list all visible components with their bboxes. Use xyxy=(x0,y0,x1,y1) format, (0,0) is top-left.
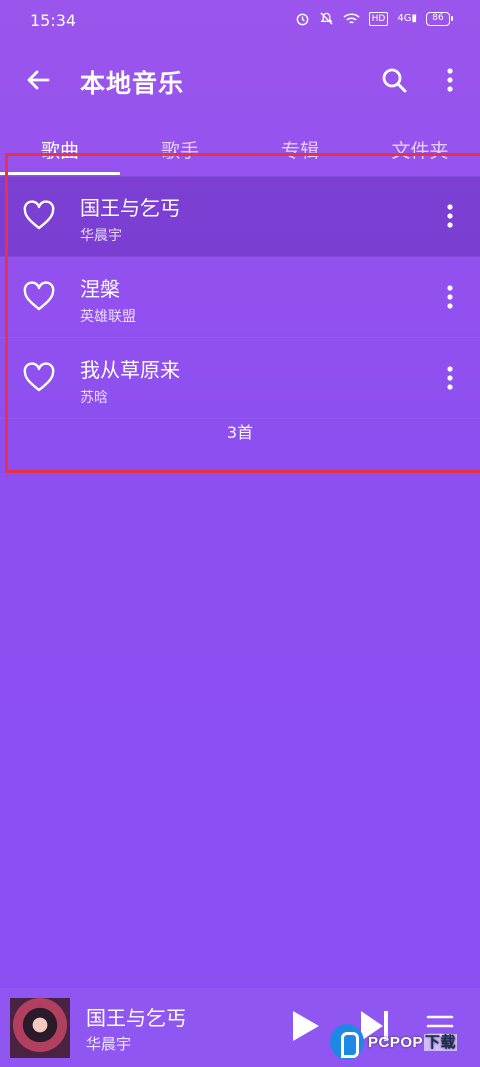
status-bar: 15:34 HD 4G▮ 86 xyxy=(0,0,480,42)
tab-artists[interactable]: 歌手 xyxy=(120,136,240,163)
mute-icon xyxy=(320,12,333,25)
more-options-icon[interactable] xyxy=(436,281,464,313)
watermark-text: PCPOP 下载 xyxy=(367,1031,458,1052)
pcpop-logo-icon xyxy=(330,1023,364,1060)
song-title: 涅槃 xyxy=(80,277,120,301)
song-count: 3首 xyxy=(226,423,254,442)
status-icons: HD 4G▮ 86 xyxy=(295,11,453,26)
battery-icon: 86 xyxy=(426,11,453,26)
signal-4g-icon: 4G▮ xyxy=(397,13,417,24)
song-row[interactable]: 国王与乞丐 华晨宇 xyxy=(0,176,480,257)
hd-icon: HD xyxy=(368,11,389,26)
network-label: 4G xyxy=(397,13,412,24)
song-artist: 苏晗 xyxy=(80,390,108,406)
alarm-icon xyxy=(296,13,309,26)
heart-icon[interactable] xyxy=(22,362,56,394)
battery-level: 86 xyxy=(432,12,444,23)
song-artist: 华晨宇 xyxy=(80,228,122,244)
overflow-menu-icon[interactable] xyxy=(436,64,464,96)
search-icon[interactable] xyxy=(378,64,410,96)
more-options-icon[interactable] xyxy=(436,200,464,232)
tab-folders[interactable]: 文件夹 xyxy=(360,136,480,163)
page-title: 本地音乐 xyxy=(80,69,185,98)
app-bar: 本地音乐 xyxy=(0,50,480,114)
song-list: 国王与乞丐 华晨宇 涅槃 英雄联盟 我从草原来 苏晗 xyxy=(0,176,480,419)
now-playing-artist: 华晨宇 xyxy=(86,1035,132,1053)
status-time: 15:34 xyxy=(30,11,77,30)
song-title: 我从草原来 xyxy=(80,358,180,382)
watermark-logo: PCPOP 下载 xyxy=(330,1016,480,1067)
wifi-icon xyxy=(343,12,360,23)
song-row[interactable]: 涅槃 英雄联盟 xyxy=(0,257,480,338)
more-options-icon[interactable] xyxy=(436,362,464,394)
tab-indicator xyxy=(0,172,120,175)
heart-icon[interactable] xyxy=(22,281,56,313)
album-cover[interactable] xyxy=(10,998,70,1058)
watermark-brand: PCPOP xyxy=(368,1034,424,1051)
tab-bar: 歌曲 歌手 专辑 文件夹 xyxy=(0,128,480,176)
watermark-suffix: 下载 xyxy=(424,1034,458,1051)
song-row[interactable]: 我从草原来 苏晗 xyxy=(0,338,480,419)
tab-songs[interactable]: 歌曲 xyxy=(0,136,120,163)
back-arrow-icon[interactable] xyxy=(22,64,54,96)
play-icon[interactable] xyxy=(288,1008,322,1044)
song-artist: 英雄联盟 xyxy=(80,309,136,325)
song-title: 国王与乞丐 xyxy=(80,196,180,220)
now-playing-title: 国王与乞丐 xyxy=(86,1006,186,1030)
heart-icon[interactable] xyxy=(22,200,56,232)
tab-albums[interactable]: 专辑 xyxy=(240,136,360,163)
